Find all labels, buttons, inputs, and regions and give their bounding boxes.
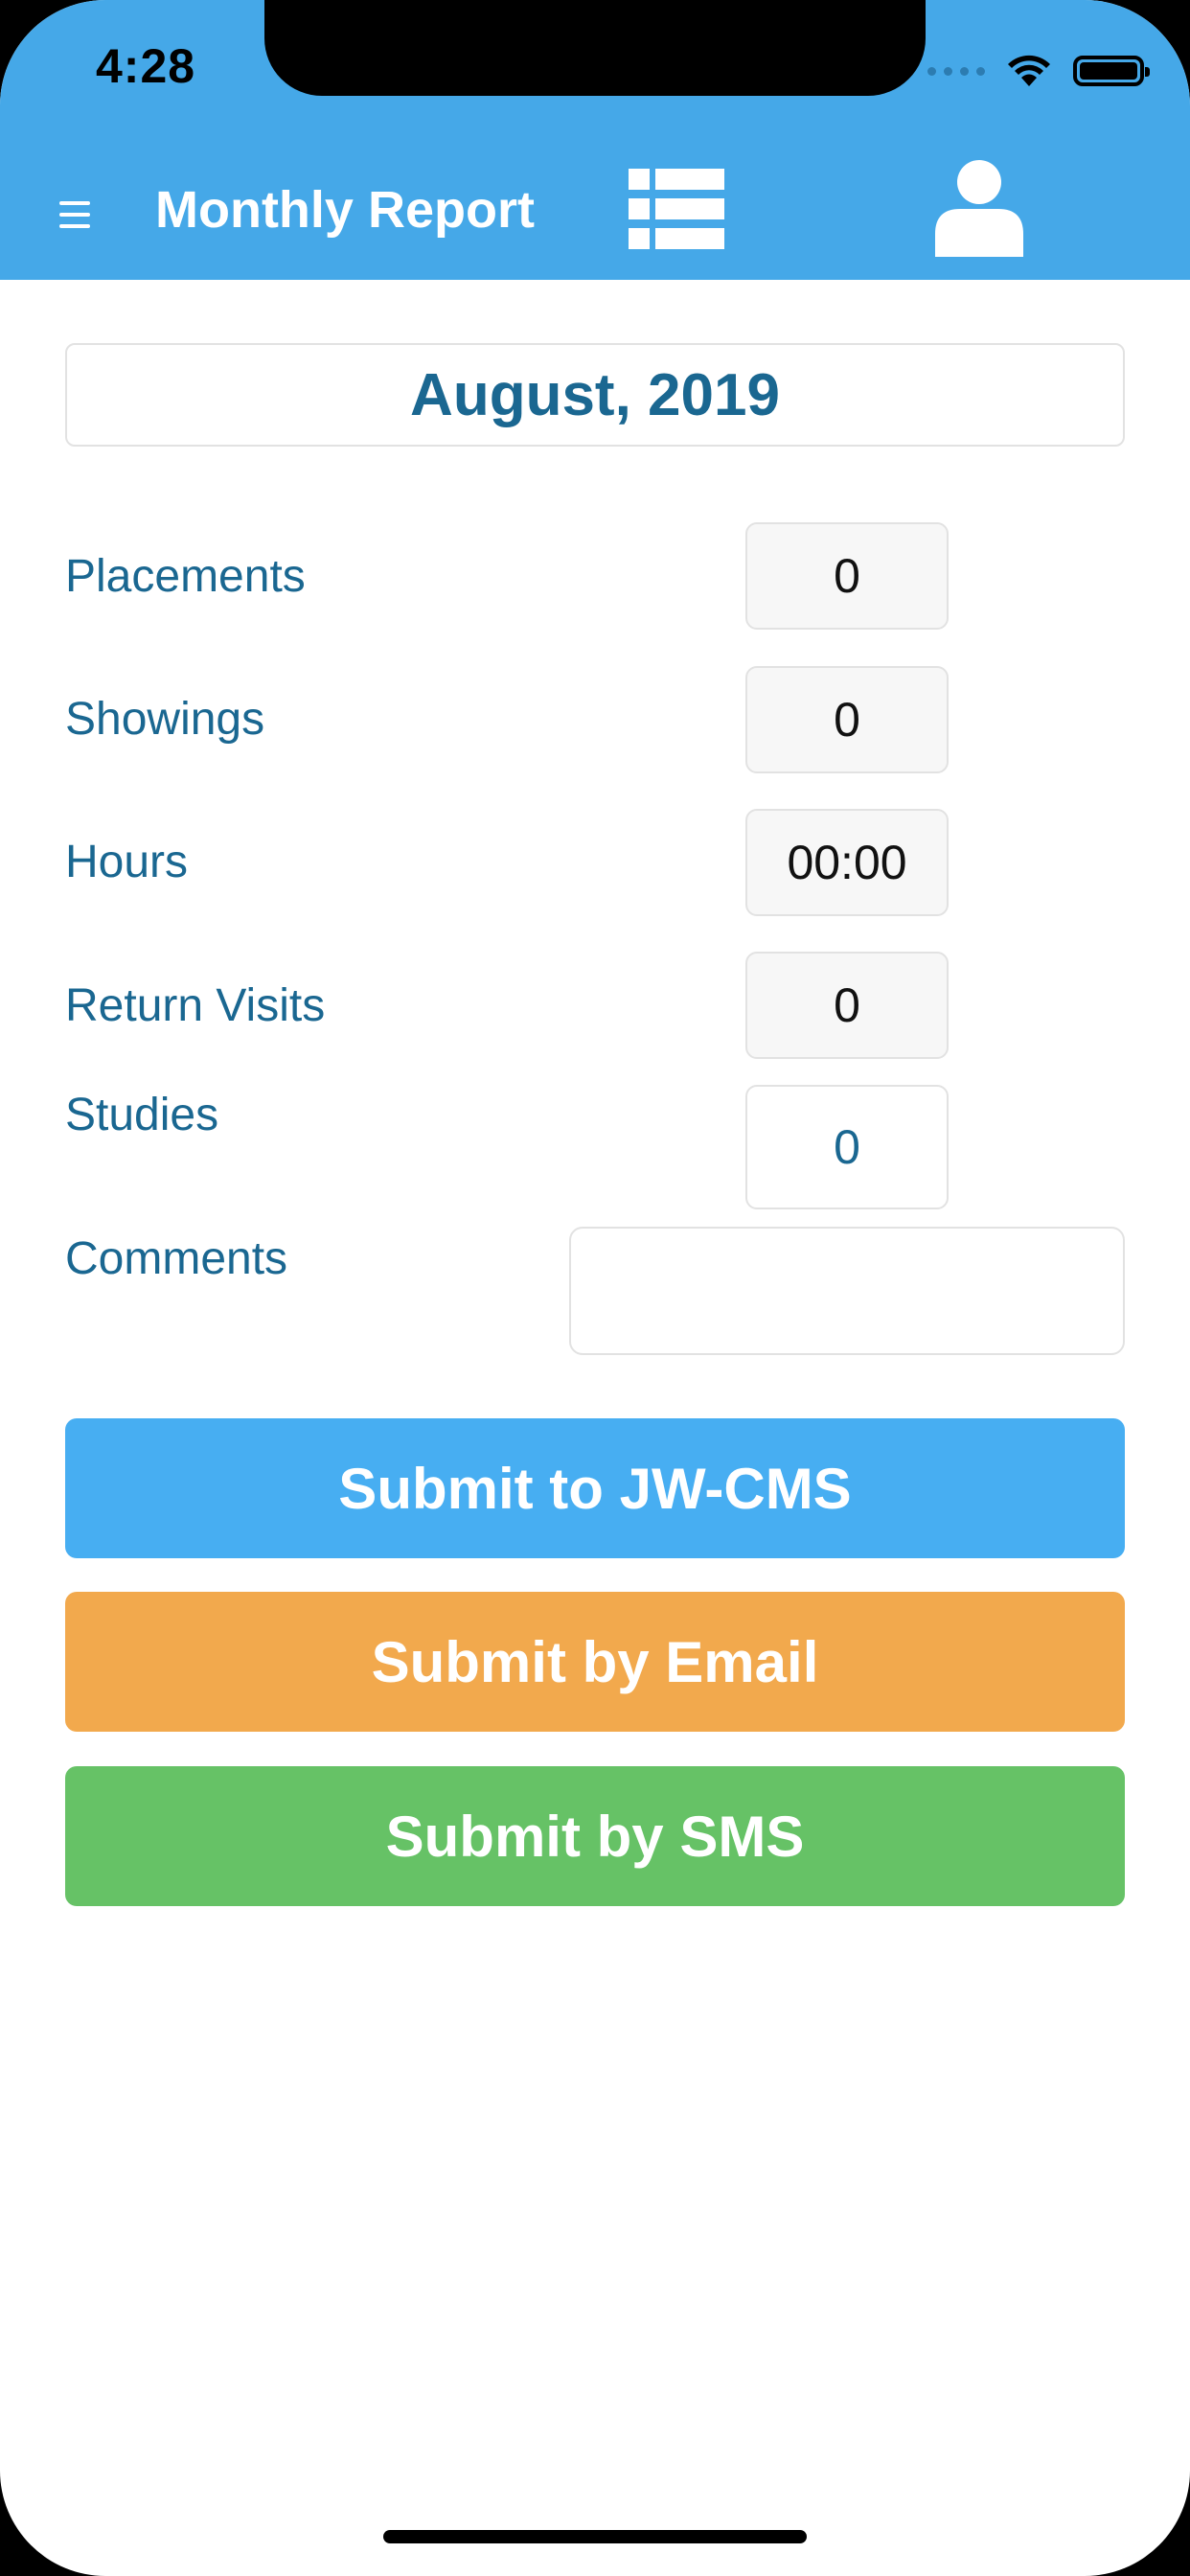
hours-label: Hours — [65, 837, 189, 887]
comments-label: Comments — [65, 1233, 288, 1284]
placements-input[interactable]: 0 — [745, 522, 949, 630]
submit-jw-cms-button[interactable]: Submit to JW-CMS — [65, 1418, 1125, 1558]
studies-label: Studies — [65, 1090, 219, 1140]
placements-label: Placements — [65, 551, 306, 602]
user-profile-icon[interactable] — [935, 159, 1023, 257]
device-notch — [264, 0, 926, 96]
showings-input[interactable]: 0 — [745, 666, 949, 773]
battery-icon — [1073, 56, 1150, 86]
status-time: 4:28 — [96, 39, 196, 93]
status-icons — [927, 52, 1150, 90]
phone-screen: 4:28 Monthly Report August, 2019 Placeme… — [0, 0, 1190, 2576]
submit-sms-button[interactable]: Submit by SMS — [65, 1766, 1125, 1906]
page-title: Monthly Report — [155, 181, 535, 239]
submit-email-button[interactable]: Submit by Email — [65, 1592, 1125, 1732]
report-month[interactable]: August, 2019 — [65, 343, 1125, 447]
hours-input[interactable]: 00:00 — [745, 809, 949, 916]
comments-input[interactable] — [569, 1227, 1125, 1355]
hamburger-menu-icon[interactable] — [59, 201, 90, 228]
studies-input[interactable]: 0 — [745, 1085, 949, 1209]
return-visits-input[interactable]: 0 — [745, 952, 949, 1059]
wifi-icon — [1008, 55, 1050, 86]
list-view-icon[interactable] — [629, 169, 724, 249]
app-header: 4:28 Monthly Report — [0, 0, 1190, 280]
showings-label: Showings — [65, 694, 265, 745]
cellular-signal-icon — [927, 66, 985, 76]
home-indicator[interactable] — [383, 2530, 807, 2543]
return-visits-label: Return Visits — [65, 980, 326, 1031]
